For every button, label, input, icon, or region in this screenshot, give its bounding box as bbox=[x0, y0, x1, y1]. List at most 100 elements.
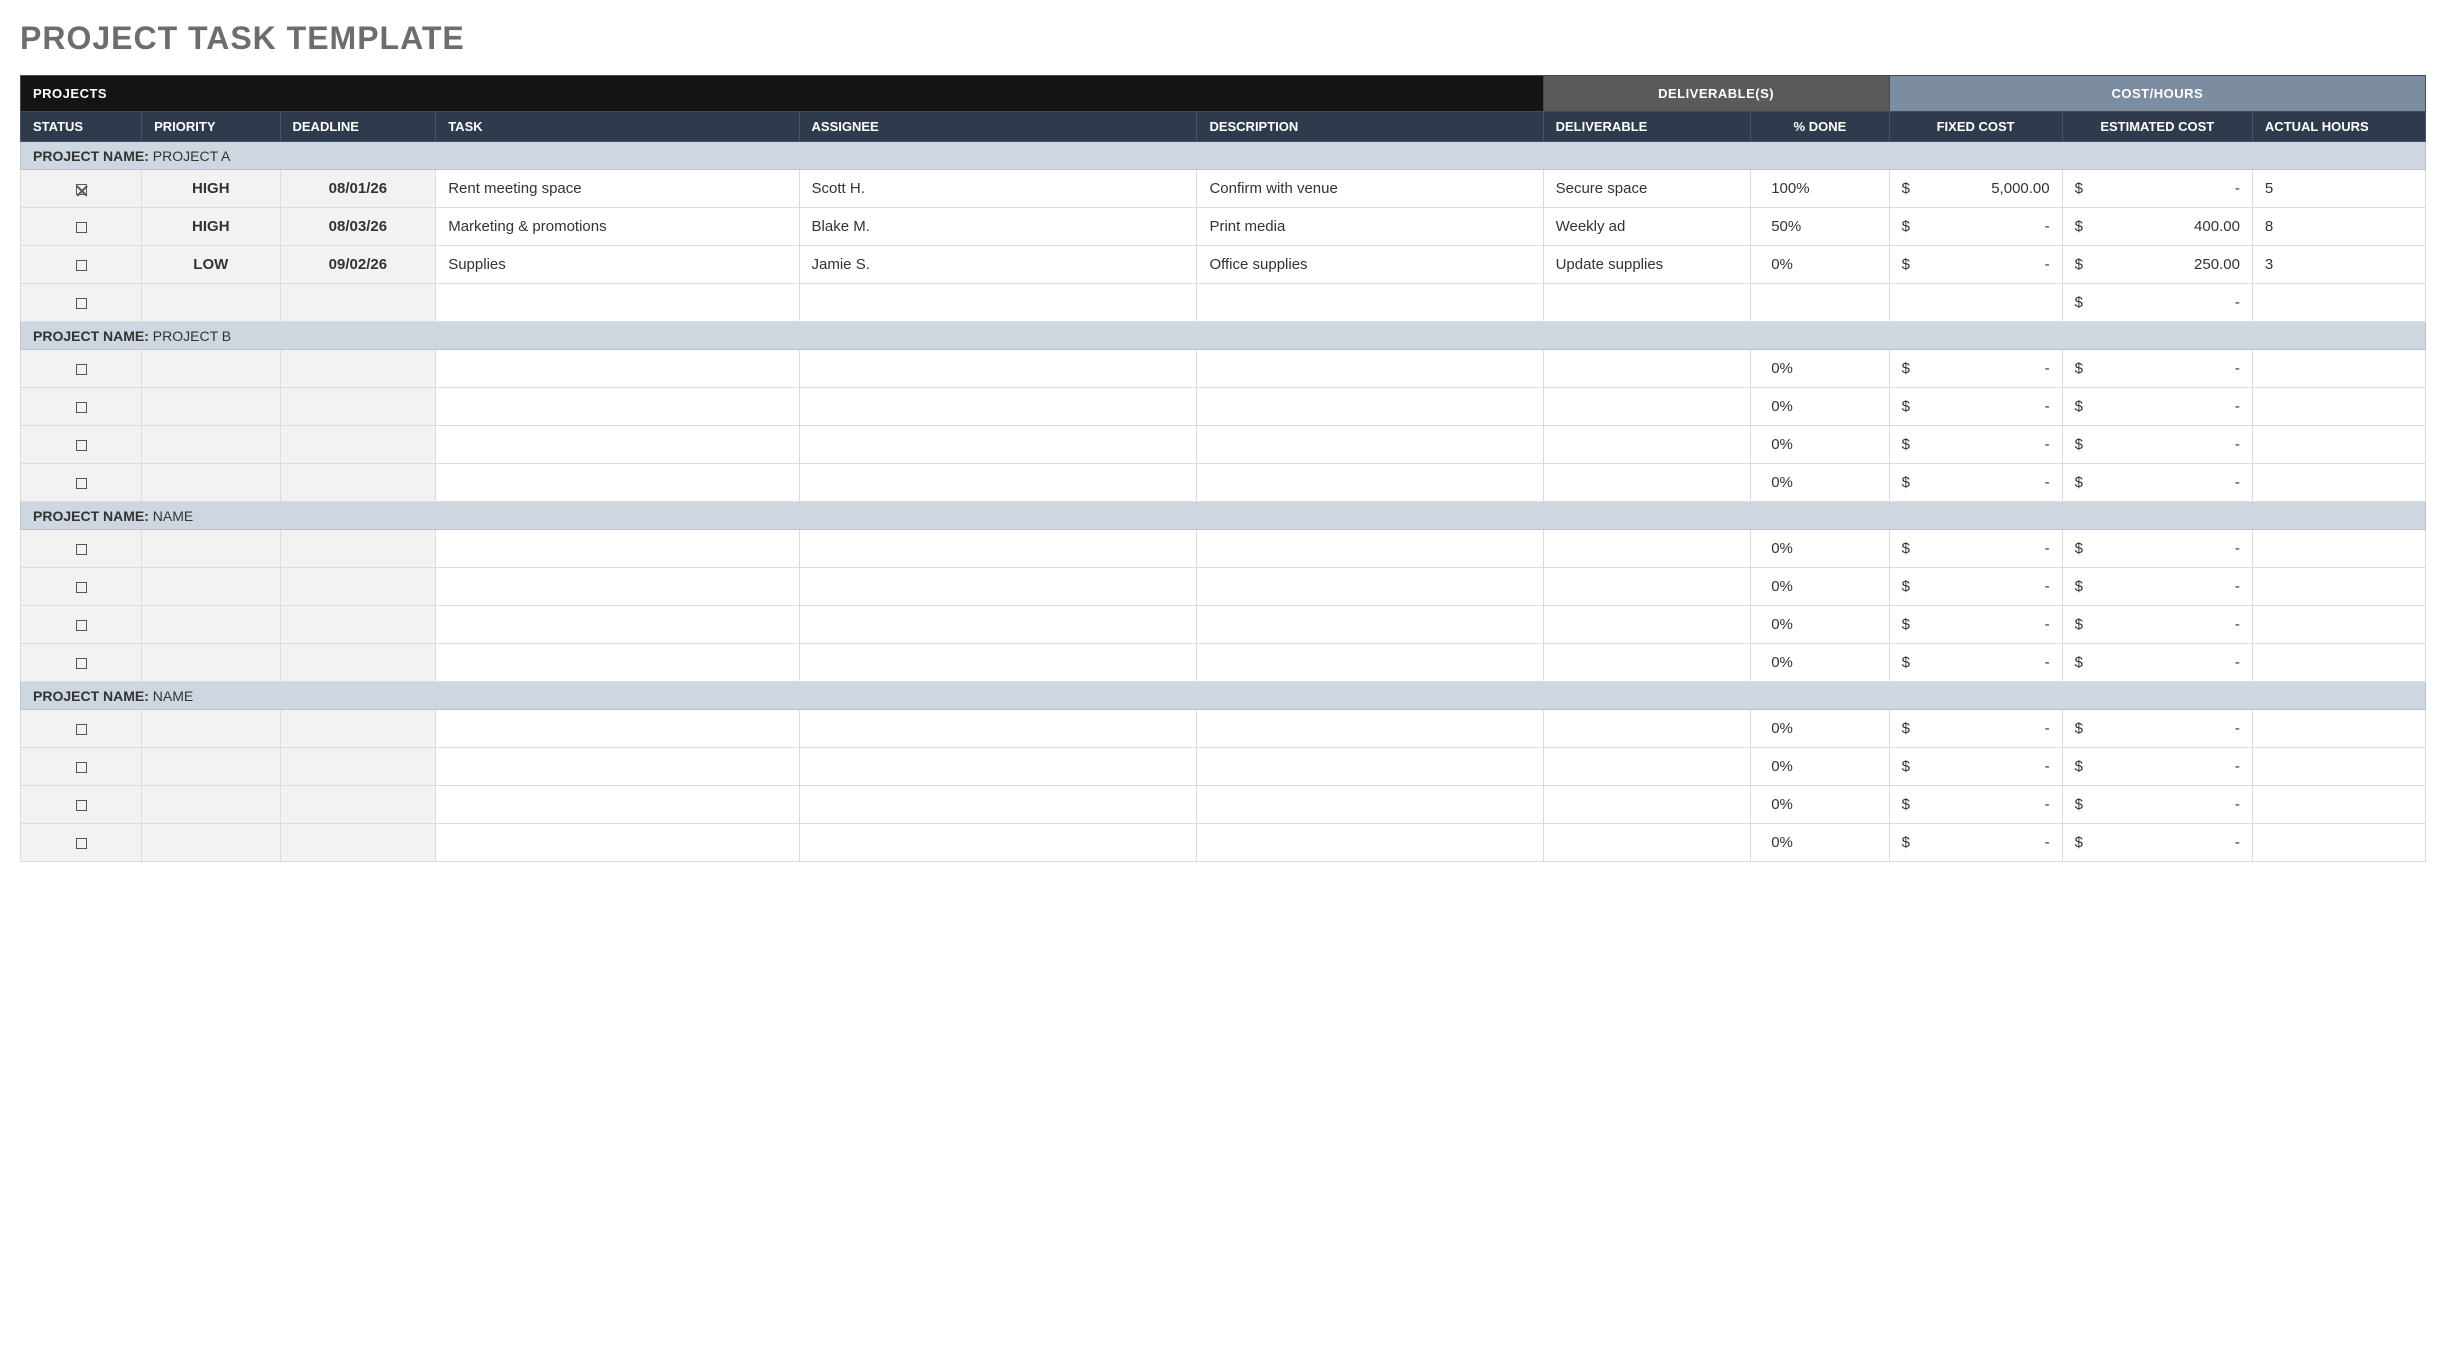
actual-hours-cell[interactable]: 8 bbox=[2252, 208, 2425, 246]
fixed-cost-cell[interactable]: $- bbox=[1889, 710, 2062, 748]
status-cell[interactable] bbox=[21, 824, 142, 862]
fixed-cost-cell[interactable]: $- bbox=[1889, 824, 2062, 862]
deadline-cell[interactable] bbox=[280, 824, 436, 862]
priority-cell[interactable] bbox=[142, 644, 280, 682]
task-cell[interactable] bbox=[436, 748, 799, 786]
assignee-cell[interactable] bbox=[799, 786, 1197, 824]
estimated-cost-cell[interactable]: $- bbox=[2062, 464, 2252, 502]
fixed-cost-cell[interactable]: $- bbox=[1889, 568, 2062, 606]
status-cell[interactable] bbox=[21, 710, 142, 748]
actual-hours-cell[interactable] bbox=[2252, 350, 2425, 388]
estimated-cost-cell[interactable]: $- bbox=[2062, 824, 2252, 862]
percent-done-cell[interactable]: 0% bbox=[1751, 786, 1889, 824]
status-cell[interactable] bbox=[21, 284, 142, 322]
checkbox-icon[interactable] bbox=[76, 440, 87, 451]
priority-cell[interactable] bbox=[142, 710, 280, 748]
estimated-cost-cell[interactable]: $- bbox=[2062, 606, 2252, 644]
percent-done-cell[interactable]: 0% bbox=[1751, 568, 1889, 606]
assignee-cell[interactable] bbox=[799, 748, 1197, 786]
checkbox-icon[interactable] bbox=[76, 222, 87, 233]
assignee-cell[interactable]: Jamie S. bbox=[799, 246, 1197, 284]
description-cell[interactable]: Office supplies bbox=[1197, 246, 1543, 284]
task-cell[interactable] bbox=[436, 606, 799, 644]
estimated-cost-cell[interactable]: $- bbox=[2062, 530, 2252, 568]
percent-done-cell[interactable]: 0% bbox=[1751, 426, 1889, 464]
assignee-cell[interactable] bbox=[799, 644, 1197, 682]
priority-cell[interactable] bbox=[142, 350, 280, 388]
actual-hours-cell[interactable] bbox=[2252, 530, 2425, 568]
checkbox-icon[interactable] bbox=[76, 800, 87, 811]
deliverable-cell[interactable] bbox=[1543, 284, 1751, 322]
deliverable-cell[interactable] bbox=[1543, 350, 1751, 388]
task-cell[interactable] bbox=[436, 426, 799, 464]
estimated-cost-cell[interactable]: $- bbox=[2062, 350, 2252, 388]
deliverable-cell[interactable] bbox=[1543, 388, 1751, 426]
percent-done-cell[interactable]: 0% bbox=[1751, 748, 1889, 786]
status-cell[interactable] bbox=[21, 388, 142, 426]
actual-hours-cell[interactable] bbox=[2252, 284, 2425, 322]
checkbox-icon[interactable] bbox=[76, 260, 87, 271]
task-cell[interactable] bbox=[436, 644, 799, 682]
actual-hours-cell[interactable] bbox=[2252, 606, 2425, 644]
fixed-cost-cell[interactable]: $- bbox=[1889, 246, 2062, 284]
description-cell[interactable] bbox=[1197, 464, 1543, 502]
task-cell[interactable] bbox=[436, 350, 799, 388]
percent-done-cell[interactable]: 100% bbox=[1751, 170, 1889, 208]
percent-done-cell[interactable]: 0% bbox=[1751, 606, 1889, 644]
description-cell[interactable] bbox=[1197, 748, 1543, 786]
description-cell[interactable] bbox=[1197, 530, 1543, 568]
deliverable-cell[interactable] bbox=[1543, 426, 1751, 464]
deliverable-cell[interactable] bbox=[1543, 824, 1751, 862]
priority-cell[interactable]: LOW bbox=[142, 246, 280, 284]
fixed-cost-cell[interactable]: $- bbox=[1889, 606, 2062, 644]
fixed-cost-cell[interactable]: $- bbox=[1889, 464, 2062, 502]
fixed-cost-cell[interactable]: $- bbox=[1889, 530, 2062, 568]
deliverable-cell[interactable] bbox=[1543, 644, 1751, 682]
percent-done-cell[interactable]: 0% bbox=[1751, 246, 1889, 284]
checkbox-icon[interactable] bbox=[76, 184, 87, 195]
actual-hours-cell[interactable]: 3 bbox=[2252, 246, 2425, 284]
status-cell[interactable] bbox=[21, 568, 142, 606]
assignee-cell[interactable] bbox=[799, 464, 1197, 502]
task-cell[interactable] bbox=[436, 568, 799, 606]
checkbox-icon[interactable] bbox=[76, 620, 87, 631]
deliverable-cell[interactable] bbox=[1543, 710, 1751, 748]
assignee-cell[interactable] bbox=[799, 568, 1197, 606]
priority-cell[interactable] bbox=[142, 284, 280, 322]
assignee-cell[interactable] bbox=[799, 350, 1197, 388]
percent-done-cell[interactable]: 0% bbox=[1751, 644, 1889, 682]
assignee-cell[interactable] bbox=[799, 710, 1197, 748]
description-cell[interactable] bbox=[1197, 710, 1543, 748]
fixed-cost-cell[interactable]: $- bbox=[1889, 350, 2062, 388]
deliverable-cell[interactable] bbox=[1543, 748, 1751, 786]
checkbox-icon[interactable] bbox=[76, 838, 87, 849]
status-cell[interactable] bbox=[21, 426, 142, 464]
deliverable-cell[interactable]: Weekly ad bbox=[1543, 208, 1751, 246]
fixed-cost-cell[interactable]: $5,000.00 bbox=[1889, 170, 2062, 208]
description-cell[interactable] bbox=[1197, 284, 1543, 322]
deliverable-cell[interactable] bbox=[1543, 786, 1751, 824]
estimated-cost-cell[interactable]: $- bbox=[2062, 426, 2252, 464]
actual-hours-cell[interactable] bbox=[2252, 786, 2425, 824]
actual-hours-cell[interactable]: 5 bbox=[2252, 170, 2425, 208]
actual-hours-cell[interactable] bbox=[2252, 748, 2425, 786]
estimated-cost-cell[interactable]: $- bbox=[2062, 284, 2252, 322]
deadline-cell[interactable] bbox=[280, 350, 436, 388]
deliverable-cell[interactable] bbox=[1543, 568, 1751, 606]
actual-hours-cell[interactable] bbox=[2252, 568, 2425, 606]
estimated-cost-cell[interactable]: $- bbox=[2062, 170, 2252, 208]
description-cell[interactable]: Print media bbox=[1197, 208, 1543, 246]
estimated-cost-cell[interactable]: $250.00 bbox=[2062, 246, 2252, 284]
deadline-cell[interactable]: 08/03/26 bbox=[280, 208, 436, 246]
priority-cell[interactable] bbox=[142, 568, 280, 606]
task-cell[interactable] bbox=[436, 530, 799, 568]
estimated-cost-cell[interactable]: $- bbox=[2062, 568, 2252, 606]
task-cell[interactable] bbox=[436, 710, 799, 748]
estimated-cost-cell[interactable]: $- bbox=[2062, 786, 2252, 824]
percent-done-cell[interactable]: 0% bbox=[1751, 464, 1889, 502]
priority-cell[interactable] bbox=[142, 388, 280, 426]
priority-cell[interactable] bbox=[142, 530, 280, 568]
deliverable-cell[interactable]: Secure space bbox=[1543, 170, 1751, 208]
fixed-cost-cell[interactable]: $- bbox=[1889, 644, 2062, 682]
task-cell[interactable]: Supplies bbox=[436, 246, 799, 284]
